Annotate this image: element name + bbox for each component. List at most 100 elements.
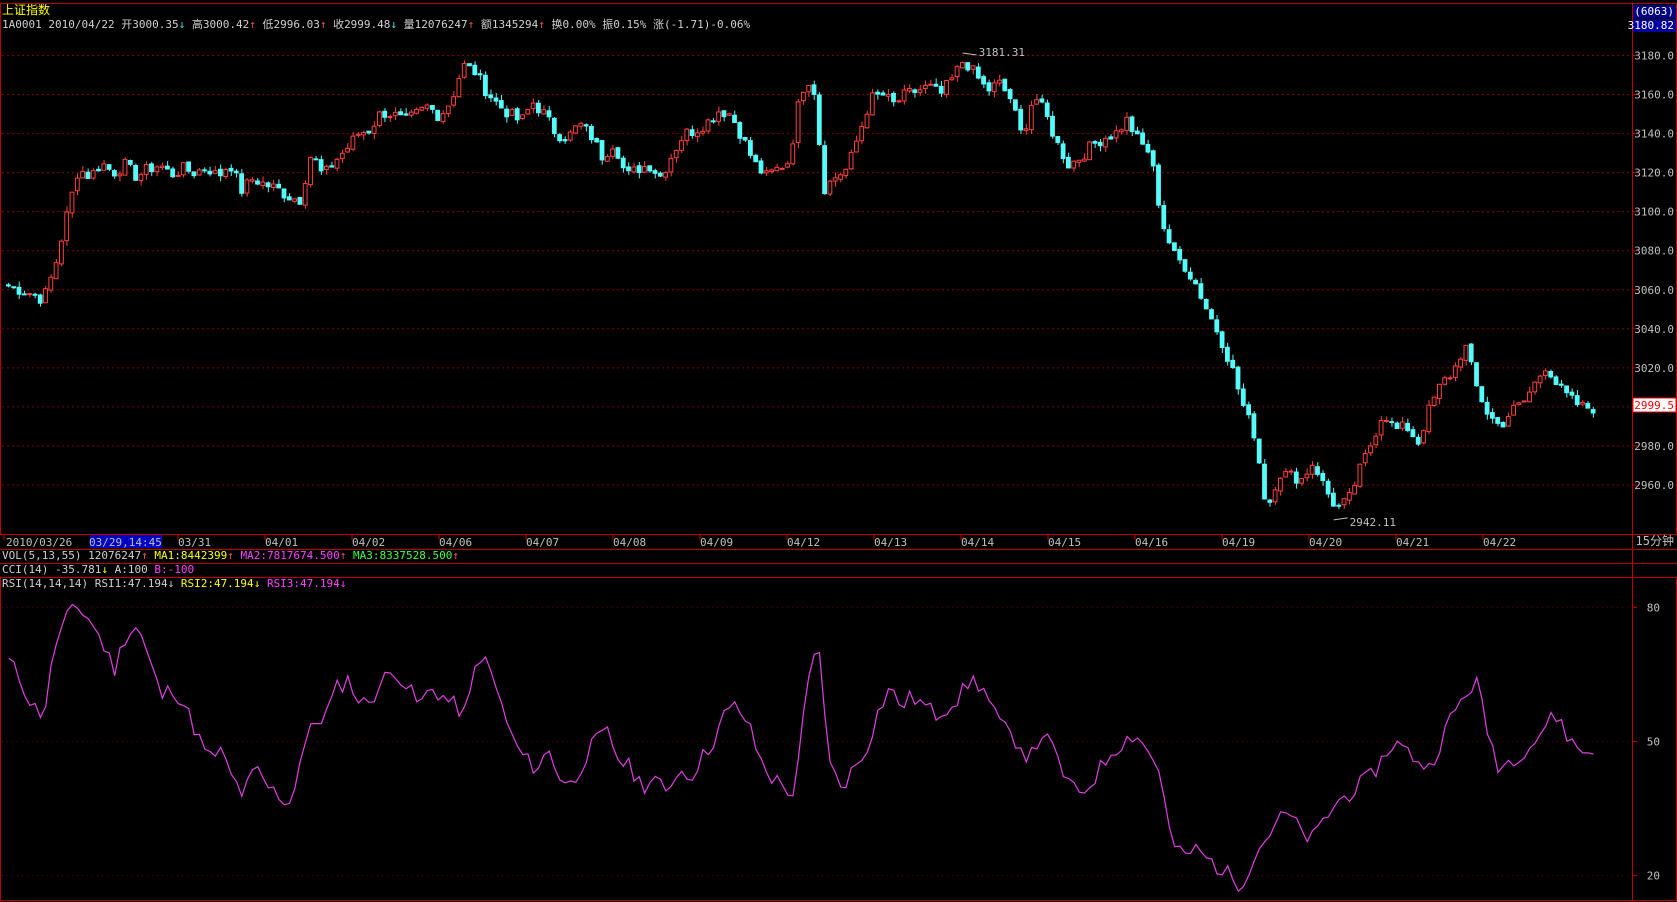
candle-body	[64, 211, 70, 242]
candle-body	[970, 65, 976, 70]
candle-body	[387, 115, 393, 118]
price-yaxis: 3180.0 3160.0 3140.0 3120.0 3100.0 3080.0 3060…	[1632, 50, 1674, 492]
candle-body	[361, 132, 366, 136]
candle-body	[1421, 430, 1426, 444]
candle-body	[700, 130, 706, 134]
candle-body	[424, 104, 430, 109]
candle-body	[843, 168, 849, 177]
candle-body	[933, 83, 939, 87]
annotations-layer: 3181.31 2942.11	[962, 46, 1396, 529]
price-tick-label: 3180.0	[1634, 50, 1674, 63]
candle-body	[1240, 388, 1246, 406]
candle-body	[1225, 346, 1230, 362]
candle-body	[1299, 478, 1304, 484]
candle-body	[689, 129, 695, 137]
extreme-label: 3181.31	[979, 46, 1025, 59]
candle-body	[392, 111, 398, 117]
candle-body	[827, 180, 833, 195]
candle-body	[838, 174, 843, 180]
period-label[interactable]: 15分钟	[1636, 533, 1674, 548]
candle-body	[467, 63, 472, 67]
candle-body	[1002, 78, 1008, 92]
candle-body	[249, 179, 255, 182]
candle-body	[1500, 421, 1506, 428]
candle-body	[657, 172, 663, 177]
candle-body	[180, 162, 186, 176]
candle-body	[673, 149, 679, 159]
candle-body	[101, 163, 107, 171]
candle-body	[1145, 143, 1151, 153]
candle-body	[308, 157, 313, 186]
rsi-frame	[0, 577, 1677, 901]
candle-body	[456, 77, 462, 98]
candle-body	[371, 125, 377, 134]
time-label: 04/13	[874, 536, 907, 549]
kline-chart-svg[interactable]: 3180.0 3160.0 3140.0 3120.0 3100.0 3080.0 3060…	[0, 0, 1677, 902]
candle-body	[175, 174, 181, 177]
time-label: 03/29,14:45	[89, 536, 162, 549]
candle-body	[1378, 419, 1384, 436]
candle-body	[1415, 436, 1421, 445]
candle-body	[1214, 319, 1220, 333]
extreme-leader	[1333, 517, 1348, 521]
candle-body	[1405, 422, 1410, 431]
time-label: 04/12	[787, 536, 820, 549]
candle-body	[69, 191, 75, 214]
candle-body	[1452, 365, 1458, 378]
rsi1-series-line	[8, 603, 1594, 893]
candle-body	[880, 92, 886, 96]
candle-body	[1251, 413, 1257, 439]
candle-body	[149, 163, 154, 173]
candle-body	[191, 171, 197, 177]
candle-body	[721, 110, 727, 118]
candle-body	[816, 94, 822, 146]
candle-body	[514, 108, 520, 121]
candle-body	[901, 89, 907, 102]
candle-body	[1129, 116, 1135, 133]
extreme-leader	[962, 52, 977, 56]
candle-body	[695, 132, 700, 138]
candle-body	[334, 158, 340, 169]
candle-body	[1187, 271, 1193, 280]
candle-body	[557, 134, 563, 142]
candle-body	[854, 140, 859, 153]
candle-body	[430, 105, 435, 110]
candle-body	[154, 166, 160, 173]
candle-body	[133, 165, 138, 181]
candle-body	[414, 108, 419, 114]
candle-body	[1553, 376, 1559, 386]
candle-body	[567, 131, 573, 141]
time-label: 04/07	[526, 536, 559, 549]
candle-body	[1113, 130, 1119, 139]
main-frame	[0, 3, 1677, 535]
candle-body	[398, 111, 404, 116]
candle-body	[419, 106, 425, 111]
candle-body	[732, 114, 737, 124]
candle-body	[891, 92, 896, 103]
candle-body	[991, 82, 997, 93]
candle-body	[117, 173, 123, 177]
candle-body	[1219, 331, 1225, 349]
candle-body	[801, 91, 806, 102]
extreme-label: 2942.11	[1350, 516, 1396, 529]
candle-body	[451, 96, 457, 106]
candle-body	[313, 158, 319, 161]
candle-body	[1574, 395, 1580, 406]
candle-body	[1394, 422, 1400, 430]
candle-body	[1336, 504, 1342, 507]
candle-body	[1235, 366, 1241, 390]
candle-body	[212, 170, 218, 174]
price-tick-label: 3120.0	[1634, 167, 1674, 180]
candle-body	[896, 100, 902, 103]
top-price-text: 3180.82	[1628, 19, 1674, 32]
candle-body	[795, 101, 801, 143]
candle-body	[1166, 229, 1172, 244]
candle-body	[6, 284, 11, 287]
candle-body	[885, 93, 891, 97]
candle-body	[106, 164, 112, 170]
candle-body	[260, 181, 266, 186]
candle-body	[90, 170, 96, 179]
candle-body	[1209, 309, 1214, 320]
candle-body	[1437, 383, 1442, 399]
candle-body	[1521, 400, 1527, 403]
